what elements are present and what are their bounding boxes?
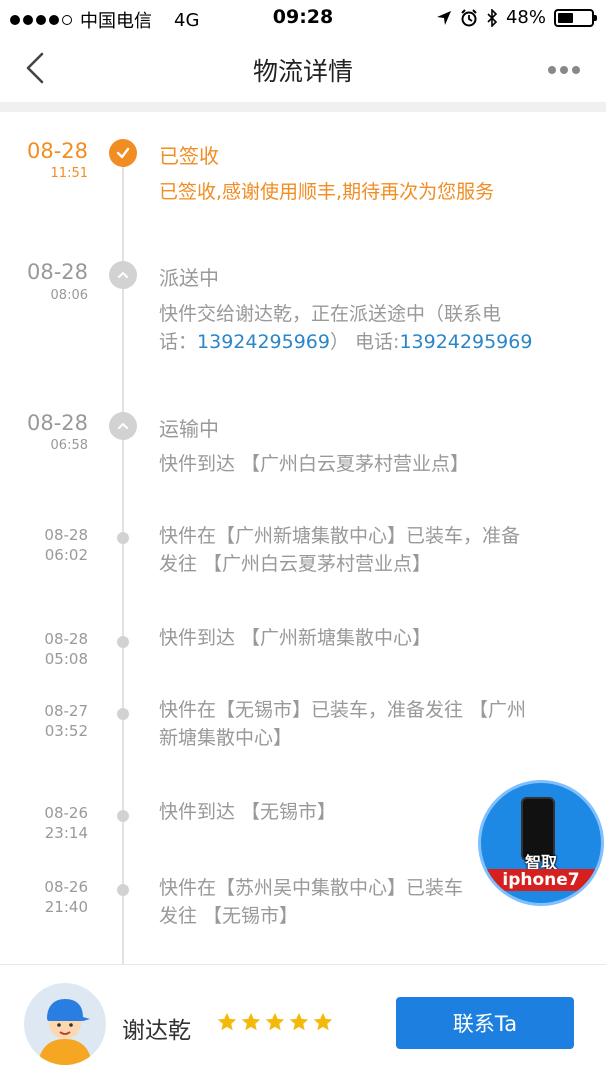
battery-icon	[554, 8, 597, 27]
timeline-dot	[117, 636, 129, 648]
courier-avatar-icon	[38, 999, 92, 1065]
entry-description-line: 新塘集散中心】	[159, 727, 293, 749]
star-icon	[289, 1012, 309, 1031]
courier-name: 谢达乾	[122, 1018, 191, 1044]
entry-time: 05:08	[44, 650, 88, 668]
entry-date: 08-26	[44, 878, 88, 896]
entry-date: 08-28	[26, 260, 88, 284]
status-bar-right: 48%	[436, 7, 597, 28]
chevron-up-icon	[109, 412, 137, 440]
entry-description-line: 发往 【广州白云夏茅村营业点】	[159, 553, 432, 575]
entry-time: 06:02	[44, 546, 88, 564]
entry-time: 03:52	[44, 722, 88, 740]
entry-time: 21:40	[44, 898, 88, 916]
entry-status: 派送中	[159, 266, 219, 290]
timeline-dot	[117, 810, 129, 822]
promo-badge[interactable]: 智取 iphone7	[478, 780, 604, 906]
location-arrow-icon	[436, 10, 451, 25]
contact-courier-button[interactable]: 联系Ta	[396, 997, 574, 1049]
phone-link[interactable]: 13924295969	[197, 331, 330, 353]
status-bar: 中国电信 4G 09:28 48%	[0, 0, 606, 36]
desc-mid: ） 电话:	[330, 331, 400, 353]
entry-time: 06:58	[50, 438, 88, 453]
alarm-icon	[461, 8, 477, 26]
entry-status: 运输中	[159, 417, 219, 441]
battery-fill	[558, 12, 574, 23]
phone-link[interactable]: 13924295969	[399, 331, 532, 353]
nav-bar: 物流详情	[0, 36, 606, 102]
nav-divider	[0, 102, 606, 112]
promo-badge-subtitle: iphone7	[481, 869, 601, 891]
courier-bar: 谢达乾 联系Ta	[0, 964, 606, 1080]
chevron-up-icon	[109, 261, 137, 289]
entry-time: 08:06	[50, 288, 88, 303]
entry-description-line: 快件交给谢达乾，正在派送途中（联系电	[159, 303, 502, 325]
timeline-dot	[117, 532, 129, 544]
entry-description: 快件到达 【广州新塘集散中心】	[159, 627, 432, 649]
entry-description-line: 话：13924295969） 电话:13924295969	[159, 328, 579, 356]
entry-date: 08-28	[44, 630, 88, 648]
entry-date: 08-28	[44, 526, 88, 544]
entry-description: 快件在【广州新塘集散中心】已装车，准备 发往 【广州白云夏茅村营业点】	[159, 522, 579, 578]
entry-date: 08-28	[26, 411, 88, 435]
star-icon	[217, 1012, 237, 1031]
timeline-dot	[117, 708, 129, 720]
entry-time: 23:14	[44, 824, 88, 842]
star-icon	[265, 1012, 285, 1031]
entry-date: 08-27	[44, 702, 88, 720]
entry-description-line: 快件在【无锡市】已装车，准备发往 【广州	[159, 699, 527, 721]
avatar	[24, 983, 106, 1065]
star-icon	[313, 1012, 333, 1031]
star-icon	[241, 1012, 261, 1031]
entry-description-line: 发往 【无锡市】	[159, 905, 299, 927]
entry-description: 快件在【无锡市】已装车，准备发往 【广州 新塘集散中心】	[159, 696, 579, 752]
entry-status: 已签收	[159, 144, 219, 168]
entry-date: 08-26	[44, 804, 88, 822]
entry-date: 08-28	[26, 139, 88, 163]
bluetooth-icon	[487, 8, 498, 27]
entry-description: 快件到达 【广州白云夏茅村营业点】	[159, 453, 470, 475]
desc-prefix: 话：	[159, 331, 198, 353]
page-title: 物流详情	[252, 57, 353, 86]
entry-time: 11:51	[50, 166, 88, 181]
battery-percent: 48%	[505, 7, 546, 28]
entry-description-line: 快件在【广州新塘集散中心】已装车，准备	[159, 525, 521, 547]
timeline-dot	[117, 884, 129, 896]
entry-description: 已签收,感谢使用顺丰,期待再次为您服务	[159, 181, 495, 203]
more-dots-icon[interactable]	[548, 66, 580, 74]
entry-description: 快件交给谢达乾，正在派送途中（联系电 话：13924295969） 电话:139…	[159, 300, 579, 356]
rating-stars	[216, 1011, 334, 1033]
check-icon	[109, 139, 137, 167]
